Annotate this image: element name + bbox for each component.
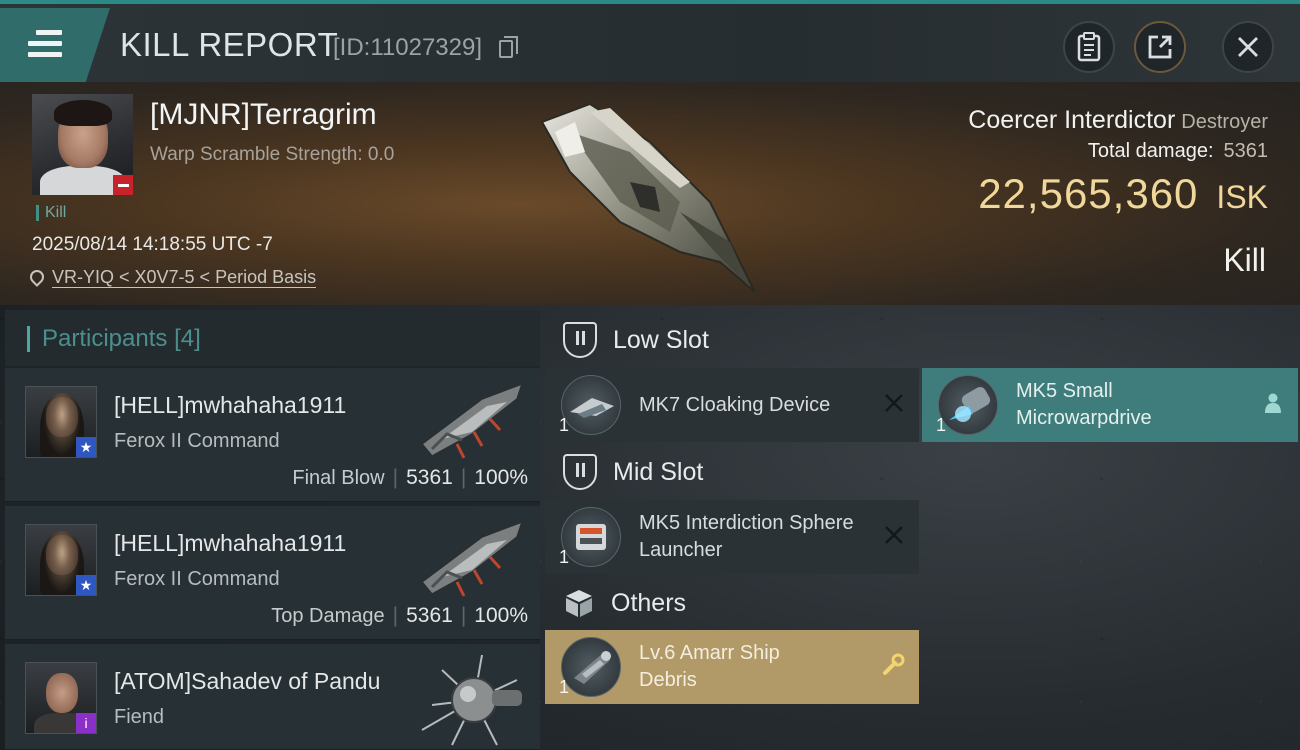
others-header: Others — [545, 575, 1298, 631]
person-icon[interactable] — [1260, 390, 1286, 416]
share-button[interactable] — [1134, 21, 1186, 73]
shield-slot-icon — [563, 454, 597, 490]
share-icon — [1148, 35, 1172, 59]
menu-button[interactable] — [0, 8, 110, 82]
mid-slot-header: Mid Slot — [545, 444, 1298, 500]
report-id: [ID:11027329] — [333, 34, 483, 61]
remove-x-icon[interactable] — [881, 522, 907, 548]
participant-name: [HELL]mwhahaha1911 — [114, 392, 347, 418]
participant-ship: Fiend — [114, 706, 165, 728]
cube-icon — [566, 590, 592, 617]
participant-ship-image — [420, 520, 524, 597]
clipboard-button[interactable] — [1063, 21, 1115, 73]
participant-card[interactable]: i [ATOM]Sahadev of Pandu Fiend — [5, 644, 540, 750]
module-name: MK5 Small Microwarpdrive — [1016, 380, 1152, 429]
module-item[interactable]: 1 MK5 Interdiction Sphere Launcher — [545, 500, 919, 574]
victim-ship-name: Coercer Interdictor Destroyer — [968, 106, 1268, 134]
kill-tag: Kill — [36, 205, 66, 221]
kill-result: Kill — [1223, 242, 1266, 278]
participant-card[interactable]: ★ [HELL]mwhahaha1911 Ferox II Command Fi… — [5, 368, 540, 502]
module-item[interactable]: 1 MK5 Small Microwarpdrive — [922, 368, 1298, 442]
module-quantity: 1 — [559, 547, 570, 567]
warp-scramble-strength: Warp Scramble Strength: 0.0 — [150, 144, 395, 165]
clipboard-icon — [1077, 32, 1101, 62]
page-title: KILL REPORT — [120, 26, 339, 63]
participants-title: Participants [4] — [27, 326, 201, 352]
participant-avatar: i — [25, 662, 97, 734]
wrench-icon[interactable] — [881, 652, 907, 678]
module-quantity: 1 — [559, 677, 570, 697]
cloaking-device-icon — [561, 375, 621, 435]
participant-avatar: ★ — [25, 524, 97, 596]
remove-badge-icon — [113, 175, 133, 195]
participant-name: [HELL]mwhahaha1911 — [114, 530, 347, 556]
low-slot-header: Low Slot — [545, 312, 1298, 368]
microwarpdrive-icon — [938, 375, 998, 435]
location-text: VR-YIQ < X0V7-5 < Period Basis — [52, 267, 317, 288]
participant-avatar: ★ — [25, 386, 97, 458]
ship-debris-icon — [561, 637, 621, 697]
participant-card[interactable]: ★ [HELL]mwhahaha1911 Ferox II Command To… — [5, 506, 540, 640]
menu-icon — [28, 30, 62, 63]
victim-ship-image — [540, 102, 756, 293]
location-pin-icon — [27, 267, 47, 287]
participant-ship-image — [420, 382, 524, 459]
victim-name[interactable]: [MJNR]Terragrim — [150, 98, 377, 132]
module-item[interactable]: 1 MK7 Cloaking Device — [545, 368, 919, 442]
participant-stats: Final Blow | 5361 | 100% — [292, 466, 528, 489]
participants-header: Participants [4] — [5, 310, 540, 366]
star-icon: ★ — [76, 437, 96, 457]
location-link[interactable]: VR-YIQ < X0V7-5 < Period Basis — [27, 267, 317, 288]
close-icon — [1238, 37, 1258, 57]
remove-x-icon[interactable] — [881, 390, 907, 416]
top-bar: KILL REPORT [ID:11027329] — [0, 0, 1300, 82]
module-name: MK7 Cloaking Device — [639, 394, 831, 416]
participant-stats: Top Damage | 5361 | 100% — [271, 604, 528, 627]
participants-panel[interactable]: Participants [4] ★ [HELL]mwhahaha1911 Fe… — [5, 310, 540, 750]
copy-icon[interactable] — [499, 36, 518, 58]
victim-header: [MJNR]Terragrim Warp Scramble Strength: … — [0, 82, 1300, 305]
star-icon: ★ — [76, 575, 96, 595]
module-quantity: 1 — [936, 415, 947, 435]
participant-ship: Ferox II Command — [114, 430, 280, 452]
module-name: MK5 Interdiction Sphere Launcher — [639, 512, 854, 561]
module-name: Lv.6 Amarr Ship Debris — [639, 642, 780, 691]
participant-ship-image — [421, 654, 522, 746]
pilot-rank-icon: i — [76, 713, 96, 733]
total-damage: Total damage: 5361 — [1087, 140, 1268, 162]
kill-timestamp: 2025/08/14 14:18:55 UTC -7 — [32, 234, 273, 255]
close-button[interactable] — [1222, 21, 1274, 73]
participant-name: [ATOM]Sahadev of Pandu — [114, 668, 381, 694]
module-quantity: 1 — [559, 415, 570, 435]
participant-ship: Ferox II Command — [114, 568, 280, 590]
shield-slot-icon — [563, 322, 597, 358]
module-item[interactable]: 1 Lv.6 Amarr Ship Debris — [545, 630, 919, 704]
isk-value: 22,565,360 ISK — [978, 170, 1268, 217]
interdiction-sphere-launcher-icon — [561, 507, 621, 567]
victim-portrait[interactable] — [32, 94, 133, 195]
